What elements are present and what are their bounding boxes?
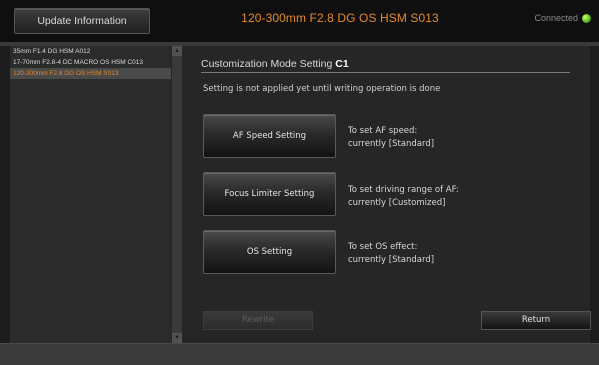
af-speed-desc-line1: To set AF speed: [348,126,418,136]
lens-list-panel: 35mm F1.4 DG HSM A012 17-70mm F2.8-4 DC … [10,46,182,343]
footer-bar [0,343,599,365]
os-desc-line1: To set OS effect: [348,242,418,252]
af-speed-desc-line2: currently [Standard] [348,139,435,149]
scroll-up-icon[interactable]: ▲ [172,46,182,56]
connection-indicator-icon [582,13,591,23]
focus-limiter-desc-line2: currently [Customized] [348,198,446,208]
lens-list-item-selected[interactable]: 120-300mm F2.8 DG OS HSM S013 [10,68,172,79]
focus-limiter-setting-button[interactable]: Focus Limiter Setting [203,172,336,216]
update-information-button[interactable]: Update Information [14,8,150,34]
mode-name: C1 [335,58,349,70]
lens-list-item[interactable]: 17-70mm F2.8-4 DC MACRO OS HSM C013 [10,57,172,68]
settings-panel: Customization Mode Setting C1 Setting is… [182,46,591,343]
section-title: Customization Mode Setting C1 [201,58,349,70]
af-speed-setting-button[interactable]: AF Speed Setting [203,114,336,158]
connection-status: Connected [534,13,591,23]
af-speed-description: To set AF speed: currently [Standard] [348,125,434,151]
title-divider [201,72,570,73]
current-lens-title: 120-300mm F2.8 DG OS HSM S013 [241,11,439,25]
section-title-text: Customization Mode Setting [201,58,333,70]
rewrite-button[interactable]: Rewrite [203,311,313,330]
return-button[interactable]: Return [481,311,591,330]
focus-limiter-description: To set driving range of AF: currently [C… [348,184,459,210]
os-desc-line2: currently [Standard] [348,255,435,265]
scroll-down-icon[interactable]: ▼ [172,333,182,343]
os-setting-button[interactable]: OS Setting [203,230,336,274]
header-bar: Update Information 120-300mm F2.8 DG OS … [0,0,599,43]
lens-list: 35mm F1.4 DG HSM A012 17-70mm F2.8-4 DC … [10,46,172,79]
connection-status-label: Connected [534,13,578,23]
notice-text: Setting is not applied yet until writing… [203,84,441,94]
lens-list-item[interactable]: 35mm F1.4 DG HSM A012 [10,46,172,57]
lens-list-scrollbar[interactable]: ▲ ▼ [171,46,182,343]
os-description: To set OS effect: currently [Standard] [348,241,434,267]
focus-limiter-desc-line1: To set driving range of AF: [348,185,459,195]
